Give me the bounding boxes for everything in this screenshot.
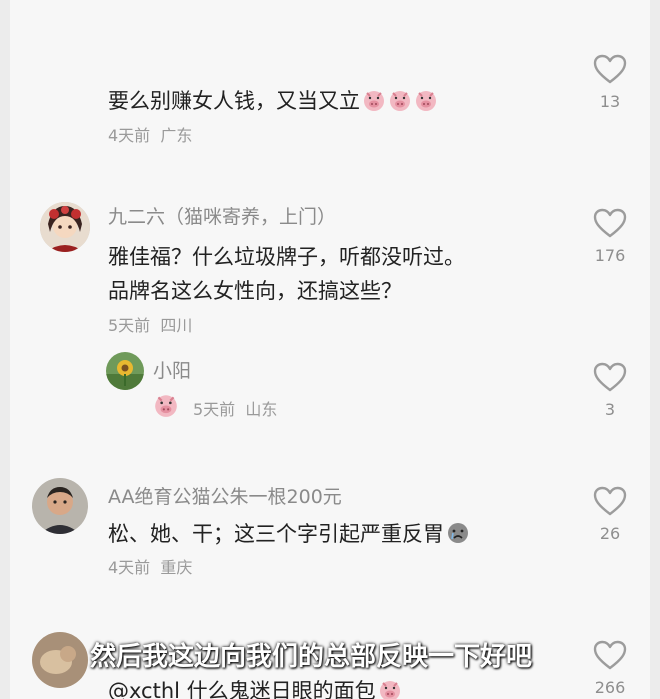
reply-location: 山东	[245, 400, 278, 419]
avatar[interactable]	[32, 478, 88, 534]
like-count: 176	[594, 246, 626, 265]
comment-meta: 5天前 四川	[108, 312, 192, 336]
reply-meta: 5天前 山东	[193, 396, 277, 420]
pig-emoji-icon	[153, 392, 179, 422]
like-count: 26	[599, 524, 621, 543]
comment-text-content: 要么别赚女人钱，又当又立	[108, 89, 360, 113]
comment-text-line: 雅佳福？什么垃圾牌子，听都没听过。	[108, 245, 465, 269]
comment-text: 要么别赚女人钱，又当又立	[108, 84, 438, 118]
pig-emoji-icon	[360, 89, 386, 113]
like-button[interactable]: 176	[582, 208, 638, 265]
reply-author-name[interactable]: 小阳	[153, 356, 191, 383]
comment-time: 5天前	[108, 316, 151, 335]
comment-text: 松、她、干；这三个字引起严重反胃	[108, 517, 470, 551]
comment-time: 4天前	[108, 558, 151, 577]
comment-time: 4天前	[108, 126, 151, 145]
comment-text-line: 品牌名这么女性向，还搞这些？	[108, 279, 402, 303]
avatar[interactable]	[40, 202, 90, 252]
comment-author-name[interactable]: AA绝育公猫公朱一根200元	[108, 482, 342, 509]
comment-meta: 4天前 广东	[108, 122, 192, 146]
like-count: 266	[594, 678, 626, 697]
pig-emoji-icon	[376, 679, 402, 699]
like-button[interactable]: 26	[582, 486, 638, 543]
pig-emoji-icon	[386, 89, 412, 113]
like-count: 3	[604, 400, 616, 419]
pig-emoji-icon	[412, 89, 438, 113]
like-button[interactable]: 13	[582, 54, 638, 111]
comment-location: 重庆	[160, 558, 193, 577]
heart-outline-icon[interactable]	[593, 362, 627, 392]
video-subtitle: 然后我这边向我们的总部反映一下好吧	[90, 642, 533, 672]
like-count: 13	[599, 92, 621, 111]
comment-text-content: @xcthl 什么鬼迷日眼的面包	[108, 679, 376, 699]
comment-text: @xcthl 什么鬼迷日眼的面包	[108, 674, 402, 699]
comment-text-content: 松、她、干；这三个字引起严重反胃	[108, 522, 444, 546]
avatar[interactable]	[32, 632, 88, 688]
comment-list: 要么别赚女人钱，又当又立 4天前 广东 13 九二六（猫咪寄养，上门） 雅佳福？…	[10, 0, 650, 699]
comment-location: 广东	[160, 126, 193, 145]
crying-face-icon	[444, 522, 470, 546]
like-button[interactable]: 3	[582, 362, 638, 419]
heart-outline-icon[interactable]	[593, 208, 627, 238]
heart-outline-icon[interactable]	[593, 54, 627, 84]
comment-location: 四川	[160, 316, 193, 335]
like-button[interactable]: 266	[582, 640, 638, 697]
heart-outline-icon[interactable]	[593, 486, 627, 516]
comment-author-name[interactable]: 九二六（猫咪寄养，上门）	[108, 202, 336, 229]
avatar[interactable]	[106, 352, 144, 390]
comment-meta: 4天前 重庆	[108, 554, 192, 578]
heart-outline-icon[interactable]	[593, 640, 627, 670]
reply-time: 5天前	[193, 400, 236, 419]
